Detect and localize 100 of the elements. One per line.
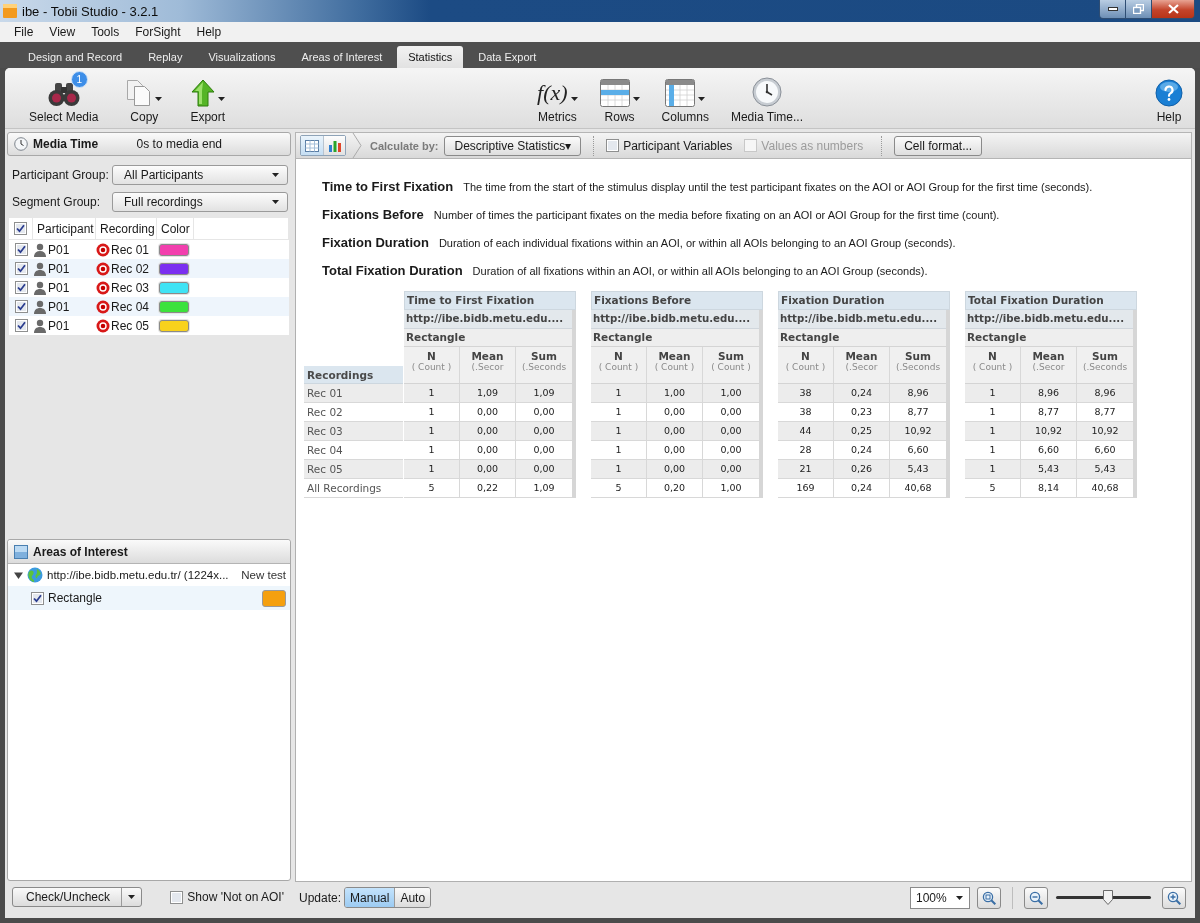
unit-label: ( Count ) [785,362,826,372]
unit-label: (.Secor [471,362,504,372]
media-name[interactable]: http://ibe.bidb.metu.edu.tr/ (1224x... [47,569,229,581]
table-cell-text: 8,77 [906,405,930,419]
help-icon [1155,79,1183,107]
menu-item[interactable]: ForSight [127,25,189,39]
caret-icon [272,200,279,204]
person-icon [33,242,47,257]
table-cell: 0,00 [460,403,516,421]
rows-button[interactable]: Rows [593,68,646,128]
table-cell: 0,00 [460,460,516,478]
column-header: Sum [905,350,931,362]
checkbox-label[interactable]: Show 'Not on AOI' [187,890,284,904]
column-header: Mean [1032,350,1065,362]
color-swatch[interactable] [159,281,189,294]
clock-icon [751,77,782,107]
color-swatch[interactable] [159,243,189,256]
clock-icon [14,137,28,151]
tab[interactable]: Visualizations [197,46,287,68]
zoom-slider[interactable] [1056,888,1151,907]
rows-icon [599,79,630,107]
table-cell-text: 0,00 [532,443,556,457]
color-swatch[interactable] [159,319,189,332]
color-swatch[interactable] [262,589,286,607]
table-cell: 1,09 [460,384,516,402]
expand-icon[interactable] [14,570,23,580]
column-header[interactable]: Recording [96,218,157,239]
help-button[interactable]: Help [1149,68,1189,128]
tab[interactable]: Areas of Interest [290,46,394,68]
select-media-button[interactable]: 1 Select Media [23,68,105,128]
table-cell: 6,60 [1021,441,1077,459]
column-header: N [427,350,436,362]
unit-label: (.Seconds [895,362,941,372]
table-cell: 1 [965,460,1021,478]
view-toggle-button[interactable] [301,136,323,155]
column-header[interactable]: Color [157,218,194,239]
metric-description: Duration of each individual fixations within an AOI, or within all AOIs belonging to an AOI Group (seconds). [438,237,956,249]
column-header: N [988,350,997,362]
zoom-out-button[interactable] [1024,886,1048,909]
close-button[interactable] [1152,0,1195,19]
calculate-dropdown[interactable]: Descriptive Statistics▾ [444,135,582,156]
metrics-button[interactable]: f(x) Metrics [531,68,584,128]
participant-name: P01 [48,318,70,333]
record-icon [96,280,110,295]
view-toggle-button[interactable] [323,136,345,155]
tab[interactable]: Data Export [467,46,548,68]
table-cell: 38 [778,384,834,402]
checkbox[interactable] [14,281,28,294]
tab[interactable]: Statistics [397,46,464,68]
zoom-fit-button[interactable] [977,886,1001,909]
columns-button[interactable]: Columns [655,68,715,128]
group-dropdown[interactable]: Full recordings [112,192,288,212]
menu-item[interactable]: View [41,25,84,39]
field-label: Segment Group: [12,195,102,209]
restore-button[interactable] [1126,0,1152,19]
table-cell: 5 [404,479,460,497]
zoom-in-button[interactable] [1162,886,1186,909]
menu-item[interactable]: Help [188,25,230,39]
table-cell: 169 [778,479,834,497]
update-mode-button[interactable]: Auto [394,888,431,907]
update-mode-button[interactable]: Manual [345,888,395,907]
checkbox[interactable] [14,300,28,313]
media-time-button[interactable]: Media Time... [724,68,809,128]
zoom-dropdown[interactable]: 100% [910,886,970,909]
caret-icon [128,895,136,899]
tab[interactable]: Replay [137,46,194,68]
recording-name: Rec 05 [111,318,150,333]
checkbox[interactable] [14,319,28,332]
checkbox[interactable] [170,890,184,904]
table-icon [305,139,319,152]
table-cell-text: 6,60 [906,443,930,457]
zoom-in-icon [1167,890,1181,905]
table-cell: 1 [591,460,647,478]
group-dropdown[interactable]: All Participants [112,165,288,185]
color-swatch[interactable] [159,262,189,275]
window-title: ibe - Tobii Studio - 3.2.1 [22,3,159,19]
column-header[interactable]: Participant [33,218,96,239]
cell-format-button[interactable]: Cell format... [894,135,983,156]
table-cell: 0,00 [647,403,703,421]
slider-thumb[interactable] [1103,889,1114,905]
tab[interactable]: Design and Record [17,46,134,68]
copy-button[interactable]: Copy [120,68,169,128]
checkbox[interactable] [14,262,28,275]
table-cell: 1 [404,441,460,459]
color-swatch[interactable] [159,300,189,313]
table-cell: 8,77 [1021,403,1077,421]
menu-item[interactable]: File [6,25,42,39]
aoi-header: Rectangle [965,329,1133,347]
checkbox[interactable] [606,139,620,152]
aoi-name[interactable]: Rectangle [48,591,103,605]
checkbox-label[interactable]: Participant Variables [623,138,733,153]
checkbox[interactable] [14,222,27,235]
checkbox[interactable] [14,243,28,256]
media-header: http://ibe.bidb.metu.edu.... [404,310,572,329]
aoi-header: Rectangle [404,329,572,347]
binoculars-icon [46,81,81,107]
menu-item[interactable]: Tools [83,25,128,39]
export-button[interactable]: Export [184,68,232,128]
minimize-button[interactable] [1099,0,1126,19]
checkbox[interactable] [31,591,44,605]
